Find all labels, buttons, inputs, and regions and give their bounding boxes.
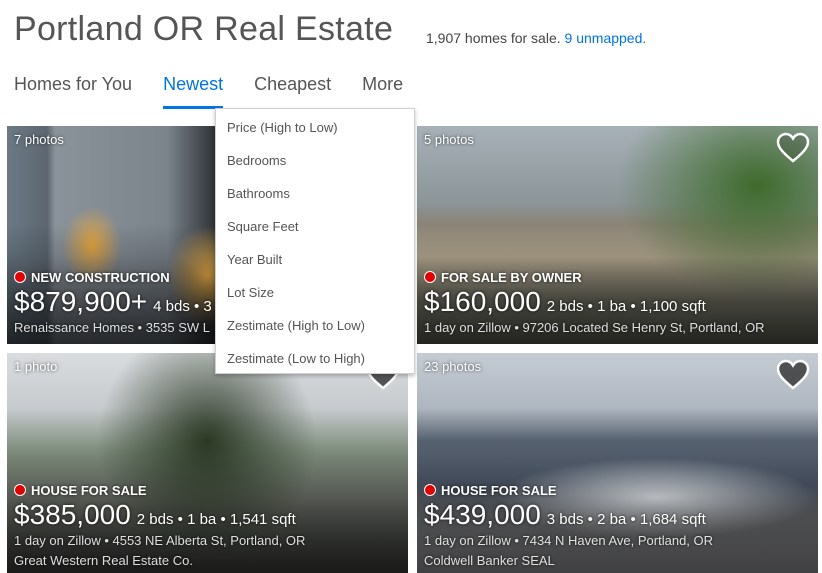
tab-cheapest[interactable]: Cheapest (254, 72, 331, 108)
price-line: $439,000 3 bds • 2 ba • 1,684 sqft (424, 499, 812, 533)
heart-icon[interactable] (776, 359, 810, 391)
listing-meta: 1 day on Zillow • 7434 N Haven Ave, Port… (424, 533, 714, 548)
listing-broker: Coldwell Banker SEAL (424, 553, 555, 568)
photo-count: 23 photos (424, 359, 482, 374)
sort-option-zestimate-high-to-low[interactable]: Zestimate (High to Low) (216, 309, 414, 342)
tab-more[interactable]: More (362, 72, 403, 108)
listing-card[interactable]: 5 photos FOR SALE BY OWNER $160,000 2 bd… (417, 126, 818, 344)
status-dot-icon (14, 271, 26, 283)
listing-info: HOUSE FOR SALE $385,000 2 bds • 1 ba • 1… (14, 481, 402, 573)
listing-facts: 2 bds • 1 ba • 1,541 sqft (136, 511, 296, 528)
sort-option-bedrooms[interactable]: Bedrooms (216, 144, 414, 177)
listing-card[interactable]: 23 photos HOUSE FOR SALE $439,000 3 bds … (417, 353, 818, 573)
listing-card[interactable]: 1 photo HOUSE FOR SALE $385,000 2 bds • … (7, 353, 408, 573)
sort-tabs: Homes for You Newest Cheapest More (14, 72, 434, 110)
photo-count: 5 photos (424, 132, 474, 147)
results-count: 1,907 homes for sale. 9 unmapped. (426, 30, 646, 46)
photo-count: 7 photos (14, 132, 64, 147)
sort-option-price-high-to-low[interactable]: Price (High to Low) (216, 111, 414, 144)
status-dot-icon (424, 271, 436, 283)
listing-price: $879,900+ (14, 286, 148, 317)
sort-option-lot-size[interactable]: Lot Size (216, 276, 414, 309)
sort-option-square-feet[interactable]: Square Feet (216, 210, 414, 243)
listing-info: FOR SALE BY OWNER $160,000 2 bds • 1 ba … (424, 268, 812, 344)
price-line: $385,000 2 bds • 1 ba • 1,541 sqft (14, 499, 402, 533)
listing-facts: 4 bds • 3 (153, 298, 212, 315)
page-title: Portland OR Real Estate (14, 10, 394, 48)
photo-count: 1 photo (14, 359, 58, 374)
status-badge: FOR SALE BY OWNER (424, 268, 812, 286)
status-badge: HOUSE FOR SALE (424, 481, 812, 499)
status-label: HOUSE FOR SALE (31, 482, 147, 498)
sort-option-year-built[interactable]: Year Built (216, 243, 414, 276)
listing-meta: 1 day on Zillow • 97206 Located Se Henry… (424, 320, 765, 335)
status-dot-icon (14, 484, 26, 496)
listing-broker: Great Western Real Estate Co. (14, 553, 193, 568)
listing-price: $439,000 (424, 499, 541, 530)
sort-dropdown-menu: Price (High to Low) Bedrooms Bathrooms S… (215, 108, 415, 374)
status-label: NEW CONSTRUCTION (31, 269, 170, 285)
sort-option-bathrooms[interactable]: Bathrooms (216, 177, 414, 210)
listing-facts: 2 bds • 1 ba • 1,100 sqft (546, 298, 706, 315)
status-dot-icon (424, 484, 436, 496)
sort-option-zestimate-low-to-high[interactable]: Zestimate (Low to High) (216, 342, 414, 375)
listing-facts: 3 bds • 2 ba • 1,684 sqft (546, 511, 706, 528)
status-label: HOUSE FOR SALE (441, 482, 557, 498)
listing-meta: 1 day on Zillow • 4553 NE Alberta St, Po… (14, 533, 306, 548)
page-header: Portland OR Real Estate 1,907 homes for … (14, 10, 814, 54)
price-line: $160,000 2 bds • 1 ba • 1,100 sqft (424, 286, 812, 320)
listing-price: $160,000 (424, 286, 541, 317)
status-badge: HOUSE FOR SALE (14, 481, 402, 499)
tab-homes-for-you[interactable]: Homes for You (14, 72, 132, 108)
listing-info: HOUSE FOR SALE $439,000 3 bds • 2 ba • 1… (424, 481, 812, 573)
homes-count: 1,907 homes for sale. (426, 30, 561, 46)
tab-newest[interactable]: Newest (163, 72, 224, 109)
heart-icon[interactable] (776, 132, 810, 164)
listing-price: $385,000 (14, 499, 131, 530)
unmapped-link[interactable]: 9 unmapped. (565, 30, 647, 46)
status-label: FOR SALE BY OWNER (441, 269, 582, 285)
